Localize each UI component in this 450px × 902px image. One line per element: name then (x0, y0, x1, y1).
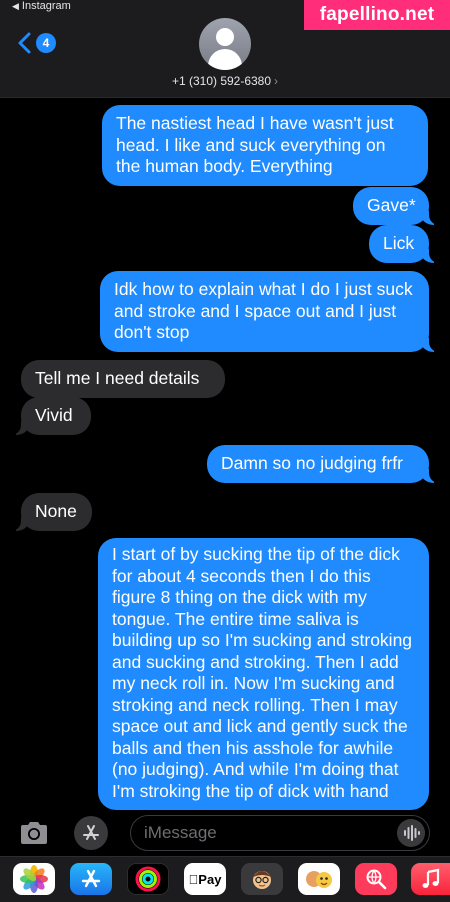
back-button[interactable]: 4 (16, 32, 56, 54)
activity-app-button[interactable] (127, 863, 169, 895)
contact-name[interactable]: +1 (310) 592-6380 › (0, 74, 450, 88)
apple-pay-icon:  (189, 872, 199, 887)
activity-rings-icon (135, 866, 161, 892)
music-note-icon (422, 868, 439, 888)
status-back-to-app[interactable]: ◀ Instagram (12, 0, 71, 12)
message-bubble-outgoing[interactable]: The nastiest head I have wasn't just hea… (102, 105, 428, 186)
watermark: fapellino.net (304, 0, 450, 30)
message-input-field[interactable] (130, 815, 430, 851)
message-bubble-incoming[interactable]: Vivid (10, 397, 91, 435)
contact-avatar[interactable] (199, 18, 251, 70)
conversation-header: ◀ Instagram 4 +1 (310) 592-6380 › fapelli… (0, 0, 450, 98)
message-bubble-outgoing[interactable]: I start of by sucking the tip of the dic… (98, 538, 429, 810)
photos-icon (20, 865, 48, 893)
message-bubble-outgoing[interactable]: Damn so no judging frfr (207, 445, 440, 483)
audio-waveform-icon[interactable] (397, 819, 425, 847)
imessage-input[interactable] (144, 822, 384, 844)
chevron-right-icon: › (274, 74, 279, 88)
apple-pay-app-button[interactable]:  Pay (184, 863, 226, 895)
app-store-icon (81, 869, 101, 888)
app-store-app-button[interactable] (70, 863, 112, 895)
message-bubble-incoming[interactable]: None (10, 493, 92, 531)
app-store-button[interactable] (74, 816, 108, 850)
chevron-left-icon (18, 32, 31, 54)
message-thread[interactable]: The nastiest head I have wasn't just hea… (0, 98, 450, 810)
music-app-button[interactable] (411, 863, 450, 895)
photos-app-button[interactable] (13, 863, 55, 895)
web-search-app-button[interactable] (355, 863, 397, 895)
message-bubble-outgoing[interactable]: Lick (369, 225, 440, 263)
compose-bar (0, 810, 450, 856)
back-triangle-icon: ◀ (12, 0, 19, 11)
apple-pay-label: Pay (193, 871, 221, 887)
avatar-head-shape (216, 28, 234, 46)
message-bubble-outgoing[interactable]: Idk how to explain what I do I just suck… (100, 271, 440, 352)
message-bubble-outgoing[interactable]: Gave* (353, 187, 440, 225)
contact-number: +1 (310) 592-6380 (171, 74, 272, 88)
imessage-app-drawer:  Pay (0, 856, 450, 902)
message-bubble-incoming[interactable]: Tell me I need details (21, 360, 225, 398)
globe-search-icon (366, 869, 387, 890)
memoji-stickers-app-button[interactable] (241, 863, 283, 895)
avatar-body-shape (208, 49, 242, 70)
memoji-icon (253, 871, 271, 889)
back-app-label: Instagram (21, 0, 71, 12)
app-store-a-icon (83, 825, 99, 840)
unread-count-badge: 4 (36, 33, 56, 53)
animoji-icon (306, 871, 332, 888)
animoji-app-button[interactable] (298, 863, 340, 895)
camera-icon[interactable] (18, 818, 50, 848)
